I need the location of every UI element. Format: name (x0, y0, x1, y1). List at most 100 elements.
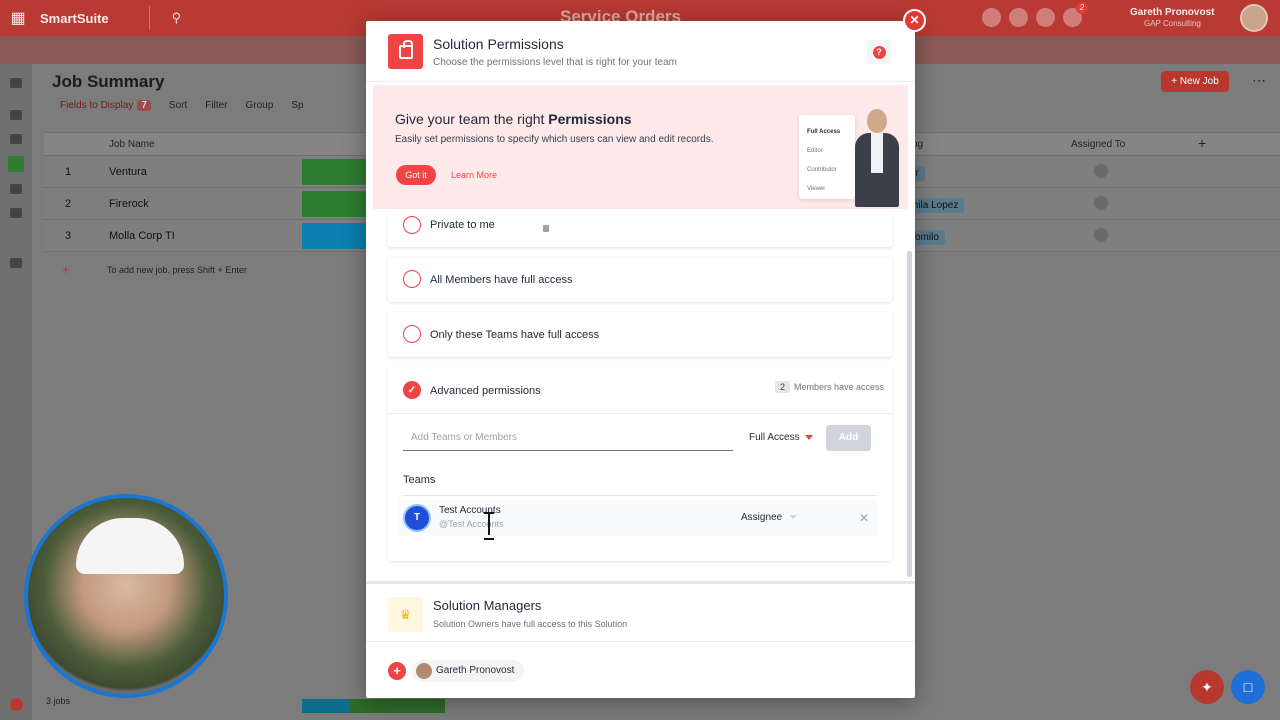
new-job-button[interactable]: + New Job (1161, 71, 1229, 92)
team-role-select[interactable]: Assignee (741, 512, 798, 523)
status-chip[interactable] (302, 191, 366, 217)
search-icon[interactable]: ⚲ (172, 10, 182, 26)
brand-name[interactable]: SmartSuite (40, 11, 109, 26)
user-name: Gareth Pronovost (1130, 7, 1215, 18)
rail-folder2-icon[interactable] (10, 184, 22, 194)
add-row[interactable]: + To add new job, press Shift + Enter (44, 254, 366, 286)
managers-title: Solution Managers (433, 598, 542, 613)
got-it-button[interactable]: Got it (396, 165, 436, 185)
webcam-overlay (24, 494, 228, 698)
add-teams-members-input[interactable] (403, 425, 733, 451)
lock-icon (543, 225, 549, 232)
radio-advanced-checked[interactable]: ✓ (403, 381, 421, 399)
option-label: Advanced permissions (430, 385, 541, 397)
members-icon[interactable] (982, 8, 1001, 27)
favorites-icon[interactable] (1009, 8, 1028, 27)
radio-private[interactable] (403, 216, 421, 234)
filter-button[interactable]: Filter (205, 100, 227, 111)
add-row-icon[interactable]: + (62, 262, 70, 277)
rail-folder-icon[interactable] (10, 110, 22, 120)
members-count: 2 (774, 381, 790, 393)
access-level-value: Full Access (749, 432, 800, 443)
learn-more-link[interactable]: Learn More (451, 170, 497, 180)
ai-assistant-button[interactable]: ✦ (1190, 670, 1224, 704)
option-private[interactable]: Private to me (388, 209, 892, 247)
option-advanced[interactable]: ✓ Advanced permissions 2 Members have acc… (388, 367, 892, 561)
assigned-user-icon[interactable] (1094, 164, 1108, 178)
radio-all-members[interactable] (403, 270, 421, 288)
access-level-select[interactable]: Full Access (741, 425, 817, 451)
divider (403, 495, 877, 496)
job-name-cell[interactable]: Firerock (109, 198, 149, 210)
teams-heading: Teams (403, 474, 436, 486)
user-menu[interactable]: Gareth Pronovost GAP Consulting (1130, 7, 1214, 29)
job-name-cell[interactable]: Ventura (109, 166, 147, 178)
add-column-icon[interactable]: + (1198, 135, 1206, 151)
chevron-down-icon (789, 515, 798, 520)
view-title[interactable]: Job Summary (52, 72, 164, 92)
tasks-icon[interactable] (1036, 8, 1055, 27)
rail-puzzle-icon[interactable] (10, 208, 22, 218)
manager-chip[interactable]: Gareth Pronovost (412, 660, 525, 682)
fields-label: Fields to Display (60, 100, 134, 111)
rail-user-icon[interactable] (10, 258, 22, 268)
add-manager-button[interactable]: + (388, 662, 406, 680)
permissions-banner: Give your team the right Permissions Eas… (373, 85, 908, 209)
chevron-down-icon (804, 434, 813, 440)
scrollbar[interactable] (907, 251, 912, 577)
fields-count: 7 (137, 100, 151, 111)
modal-header: Solution Permissions Choose the permissi… (366, 21, 915, 82)
apps-grid-icon[interactable]: ▦ (0, 0, 36, 36)
header-icons: 2 (982, 2, 1088, 27)
help-icon: ? (872, 45, 886, 59)
rail-grid-icon[interactable] (8, 156, 24, 172)
add-row-hint: To add new job, press Shift + Enter (107, 265, 247, 275)
team-row[interactable]: T Test Accounts @Test Accounts Assignee … (398, 500, 877, 536)
assigned-user-icon[interactable] (1094, 196, 1108, 210)
illustration-levels-card: Full Access Editor Contributor Viewer (799, 115, 855, 199)
status-chip[interactable] (302, 223, 366, 249)
column-assigned-to[interactable]: Assigned To (1071, 139, 1125, 150)
add-button[interactable]: Add (826, 425, 871, 451)
solution-managers-section: ♛ Solution Managers Solution Owners have… (366, 581, 915, 698)
avatar[interactable] (1240, 4, 1268, 32)
job-name-cell[interactable]: Molla Corp TI (109, 230, 175, 242)
modal-title: Solution Permissions (433, 36, 564, 52)
chat-support-button[interactable]: □ (1231, 670, 1265, 704)
lock-icon (388, 34, 423, 69)
divider (366, 641, 915, 642)
column-job-name[interactable]: Job Name (109, 139, 155, 150)
summary-bar (302, 699, 350, 713)
remove-team-icon[interactable]: ✕ (859, 511, 869, 525)
avatar (416, 663, 432, 679)
banner-title-prefix: Give your team the right (395, 111, 549, 127)
option-teams-only[interactable]: Only these Teams have full access (388, 312, 892, 357)
permissions-modal: Solution Permissions Choose the permissi… (366, 21, 915, 698)
status-chip[interactable] (302, 159, 366, 185)
notifications-icon[interactable]: 2 (1063, 2, 1088, 27)
rail-expand-icon[interactable] (10, 78, 22, 88)
divider (148, 6, 150, 30)
level-label: Contributor (807, 167, 837, 173)
assigned-user-icon[interactable] (1094, 228, 1108, 242)
group-button[interactable]: Group (246, 100, 274, 111)
option-label: Only these Teams have full access (430, 329, 600, 341)
option-all-members[interactable]: All Members have full access (388, 257, 892, 302)
banner-description: Easily set permissions to specify which … (395, 134, 714, 145)
cap-shape (76, 518, 184, 574)
sort-button[interactable]: Sort (169, 100, 187, 111)
close-modal-button[interactable]: ✕ (903, 9, 926, 32)
more-options-icon[interactable]: ⋯ (1252, 72, 1266, 89)
row-number: 3 (65, 230, 72, 242)
banner-title-bold: Permissions (548, 111, 632, 127)
spacing-button[interactable]: Sp (291, 100, 303, 111)
illustration-person (853, 107, 901, 207)
add-icon[interactable] (10, 698, 23, 711)
help-button[interactable]: ? (867, 40, 891, 64)
fields-to-display-button[interactable]: Fields to Display 7 (60, 100, 151, 111)
radio-teams-only[interactable] (403, 325, 421, 343)
banner-title: Give your team the right Permissions (395, 111, 632, 127)
rail-list-icon[interactable] (10, 134, 22, 144)
level-label: Viewer (807, 186, 826, 192)
record-count: 3 jobs (46, 696, 71, 706)
